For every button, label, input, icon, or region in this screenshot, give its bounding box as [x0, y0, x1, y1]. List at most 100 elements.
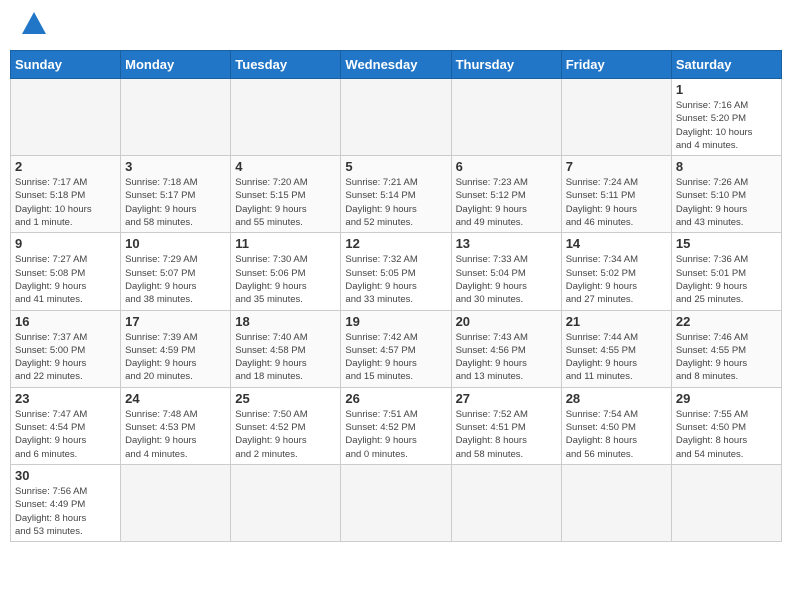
day-number: 1 [676, 82, 777, 97]
day-info: Sunrise: 7:32 AM Sunset: 5:05 PM Dayligh… [345, 253, 446, 306]
day-number: 18 [235, 314, 336, 329]
calendar-cell: 2 Sunrise: 7:17 AM Sunset: 5:18 PM Daylig… [11, 156, 121, 233]
day-number: 16 [15, 314, 116, 329]
weekday-header-thursday: Thursday [451, 51, 561, 79]
day-info: Sunrise: 7:17 AM Sunset: 5:18 PM Dayligh… [15, 176, 116, 229]
calendar-cell: 14 Sunrise: 7:34 AM Sunset: 5:02 PM Dayli… [561, 233, 671, 310]
weekday-header-tuesday: Tuesday [231, 51, 341, 79]
day-info: Sunrise: 7:27 AM Sunset: 5:08 PM Dayligh… [15, 253, 116, 306]
calendar-cell: 1 Sunrise: 7:16 AM Sunset: 5:20 PM Daylig… [671, 79, 781, 156]
day-number: 17 [125, 314, 226, 329]
day-info: Sunrise: 7:23 AM Sunset: 5:12 PM Dayligh… [456, 176, 557, 229]
day-info: Sunrise: 7:55 AM Sunset: 4:50 PM Dayligh… [676, 408, 777, 461]
calendar-cell: 15 Sunrise: 7:36 AM Sunset: 5:01 PM Dayli… [671, 233, 781, 310]
day-info: Sunrise: 7:16 AM Sunset: 5:20 PM Dayligh… [676, 99, 777, 152]
day-number: 21 [566, 314, 667, 329]
day-number: 24 [125, 391, 226, 406]
day-info: Sunrise: 7:48 AM Sunset: 4:53 PM Dayligh… [125, 408, 226, 461]
day-info: Sunrise: 7:29 AM Sunset: 5:07 PM Dayligh… [125, 253, 226, 306]
calendar-cell: 13 Sunrise: 7:33 AM Sunset: 5:04 PM Dayli… [451, 233, 561, 310]
day-info: Sunrise: 7:30 AM Sunset: 5:06 PM Dayligh… [235, 253, 336, 306]
day-info: Sunrise: 7:34 AM Sunset: 5:02 PM Dayligh… [566, 253, 667, 306]
day-number: 29 [676, 391, 777, 406]
day-number: 6 [456, 159, 557, 174]
day-number: 9 [15, 236, 116, 251]
calendar-cell [451, 79, 561, 156]
day-number: 27 [456, 391, 557, 406]
day-info: Sunrise: 7:24 AM Sunset: 5:11 PM Dayligh… [566, 176, 667, 229]
day-info: Sunrise: 7:21 AM Sunset: 5:14 PM Dayligh… [345, 176, 446, 229]
day-number: 13 [456, 236, 557, 251]
calendar-cell [231, 79, 341, 156]
day-info: Sunrise: 7:36 AM Sunset: 5:01 PM Dayligh… [676, 253, 777, 306]
weekday-header-row: SundayMondayTuesdayWednesdayThursdayFrid… [11, 51, 782, 79]
week-row-1: 2 Sunrise: 7:17 AM Sunset: 5:18 PM Daylig… [11, 156, 782, 233]
weekday-header-monday: Monday [121, 51, 231, 79]
calendar-cell: 7 Sunrise: 7:24 AM Sunset: 5:11 PM Daylig… [561, 156, 671, 233]
day-info: Sunrise: 7:20 AM Sunset: 5:15 PM Dayligh… [235, 176, 336, 229]
calendar-cell: 12 Sunrise: 7:32 AM Sunset: 5:05 PM Dayli… [341, 233, 451, 310]
calendar-cell: 29 Sunrise: 7:55 AM Sunset: 4:50 PM Dayli… [671, 387, 781, 464]
calendar-cell: 26 Sunrise: 7:51 AM Sunset: 4:52 PM Dayli… [341, 387, 451, 464]
week-row-5: 30Sunrise: 7:56 AM Sunset: 4:49 PM Dayli… [11, 464, 782, 541]
calendar-cell [341, 79, 451, 156]
calendar-cell [121, 79, 231, 156]
day-number: 2 [15, 159, 116, 174]
week-row-0: 1 Sunrise: 7:16 AM Sunset: 5:20 PM Daylig… [11, 79, 782, 156]
calendar-cell: 30Sunrise: 7:56 AM Sunset: 4:49 PM Dayli… [11, 464, 121, 541]
calendar-cell: 20 Sunrise: 7:43 AM Sunset: 4:56 PM Dayli… [451, 310, 561, 387]
calendar-cell: 9 Sunrise: 7:27 AM Sunset: 5:08 PM Daylig… [11, 233, 121, 310]
calendar-cell: 28Sunrise: 7:54 AM Sunset: 4:50 PM Dayli… [561, 387, 671, 464]
day-number: 12 [345, 236, 446, 251]
day-number: 8 [676, 159, 777, 174]
day-info: Sunrise: 7:42 AM Sunset: 4:57 PM Dayligh… [345, 331, 446, 384]
weekday-header-wednesday: Wednesday [341, 51, 451, 79]
day-number: 22 [676, 314, 777, 329]
logo-icon [20, 10, 48, 38]
day-number: 26 [345, 391, 446, 406]
calendar-cell [561, 79, 671, 156]
day-number: 20 [456, 314, 557, 329]
day-number: 4 [235, 159, 336, 174]
calendar-cell: 17 Sunrise: 7:39 AM Sunset: 4:59 PM Dayli… [121, 310, 231, 387]
day-info: Sunrise: 7:39 AM Sunset: 4:59 PM Dayligh… [125, 331, 226, 384]
day-info: Sunrise: 7:18 AM Sunset: 5:17 PM Dayligh… [125, 176, 226, 229]
day-info: Sunrise: 7:52 AM Sunset: 4:51 PM Dayligh… [456, 408, 557, 461]
day-info: Sunrise: 7:33 AM Sunset: 5:04 PM Dayligh… [456, 253, 557, 306]
day-number: 7 [566, 159, 667, 174]
day-info: Sunrise: 7:46 AM Sunset: 4:55 PM Dayligh… [676, 331, 777, 384]
day-number: 5 [345, 159, 446, 174]
day-info: Sunrise: 7:56 AM Sunset: 4:49 PM Dayligh… [15, 485, 116, 538]
calendar-cell: 25Sunrise: 7:50 AM Sunset: 4:52 PM Dayli… [231, 387, 341, 464]
day-info: Sunrise: 7:44 AM Sunset: 4:55 PM Dayligh… [566, 331, 667, 384]
day-info: Sunrise: 7:51 AM Sunset: 4:52 PM Dayligh… [345, 408, 446, 461]
day-info: Sunrise: 7:26 AM Sunset: 5:10 PM Dayligh… [676, 176, 777, 229]
day-number: 15 [676, 236, 777, 251]
day-info: Sunrise: 7:54 AM Sunset: 4:50 PM Dayligh… [566, 408, 667, 461]
calendar-cell [561, 464, 671, 541]
calendar-cell [231, 464, 341, 541]
day-number: 19 [345, 314, 446, 329]
calendar-cell [11, 79, 121, 156]
calendar-cell: 19 Sunrise: 7:42 AM Sunset: 4:57 PM Dayli… [341, 310, 451, 387]
day-info: Sunrise: 7:47 AM Sunset: 4:54 PM Dayligh… [15, 408, 116, 461]
calendar-cell: 18Sunrise: 7:40 AM Sunset: 4:58 PM Dayli… [231, 310, 341, 387]
day-number: 25 [235, 391, 336, 406]
day-number: 11 [235, 236, 336, 251]
day-number: 14 [566, 236, 667, 251]
weekday-header-saturday: Saturday [671, 51, 781, 79]
logo [16, 14, 48, 38]
calendar-cell [451, 464, 561, 541]
calendar-cell: 10Sunrise: 7:29 AM Sunset: 5:07 PM Dayli… [121, 233, 231, 310]
calendar-cell: 23 Sunrise: 7:47 AM Sunset: 4:54 PM Dayli… [11, 387, 121, 464]
calendar-cell: 3Sunrise: 7:18 AM Sunset: 5:17 PM Daylig… [121, 156, 231, 233]
day-number: 23 [15, 391, 116, 406]
calendar-cell: 4 Sunrise: 7:20 AM Sunset: 5:15 PM Daylig… [231, 156, 341, 233]
calendar-cell: 24 Sunrise: 7:48 AM Sunset: 4:53 PM Dayli… [121, 387, 231, 464]
week-row-2: 9 Sunrise: 7:27 AM Sunset: 5:08 PM Daylig… [11, 233, 782, 310]
calendar: SundayMondayTuesdayWednesdayThursdayFrid… [10, 50, 782, 542]
day-info: Sunrise: 7:43 AM Sunset: 4:56 PM Dayligh… [456, 331, 557, 384]
calendar-cell [341, 464, 451, 541]
week-row-4: 23 Sunrise: 7:47 AM Sunset: 4:54 PM Dayli… [11, 387, 782, 464]
calendar-cell [671, 464, 781, 541]
